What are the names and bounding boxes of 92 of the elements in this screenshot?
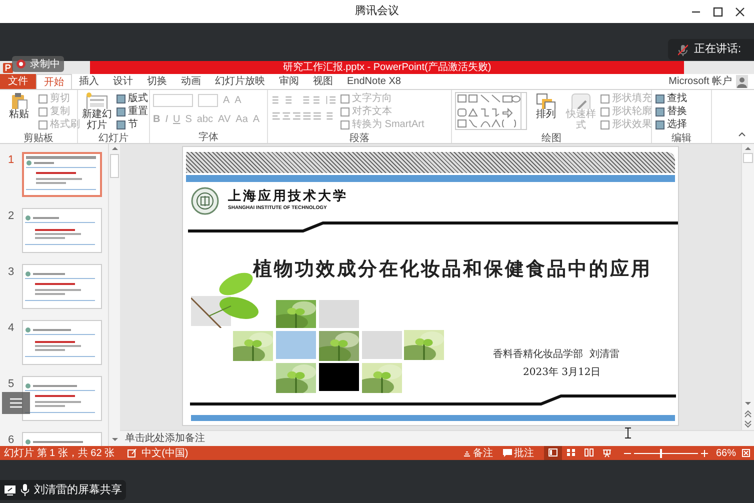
close-icon[interactable] [734, 6, 746, 18]
slide-thumbnail[interactable] [22, 320, 102, 365]
screen-share-icon [4, 484, 16, 496]
ribbon-button[interactable]: 版式 [116, 92, 148, 105]
group-label: 字体 [198, 130, 220, 143]
ribbon-tab[interactable]: 审阅 [272, 74, 306, 89]
fit-to-window-icon[interactable] [742, 449, 750, 457]
comments-button[interactable]: 批注 [502, 446, 534, 460]
slide-number: 1 [8, 153, 16, 168]
scrollbar[interactable] [741, 144, 754, 430]
recording-label: 录制中 [30, 58, 60, 72]
ribbon-tab[interactable]: 插入 [72, 74, 106, 89]
ribbon-button[interactable]: 选择 [655, 118, 687, 131]
ribbon-tab[interactable]: 幻灯片放映 [208, 74, 272, 89]
notes-button[interactable]: 备注 [462, 446, 493, 460]
color-tile [276, 331, 316, 359]
ribbon-button[interactable]: 替换 [655, 105, 687, 118]
maximize-icon[interactable] [712, 6, 724, 18]
slide-title: 植物功效成分在化妆品和保健食品中的应用 [253, 257, 652, 282]
microphone-icon [21, 484, 29, 496]
record-icon [16, 59, 26, 69]
color-tile [319, 363, 359, 391]
group-label: 编辑 [670, 132, 692, 144]
slide-date: 2023年 3月12日 [523, 366, 601, 380]
ribbon-button[interactable]: 新建幻灯片 [81, 92, 113, 131]
window-controls-area [684, 61, 754, 74]
scroll-down-icon[interactable] [744, 400, 752, 408]
notes-field[interactable]: 单击此处添加备注 [125, 431, 205, 446]
speaking-label: 正在讲话: [694, 42, 742, 58]
scroll-thumb[interactable] [110, 154, 119, 178]
slide-thumbnail[interactable] [22, 264, 102, 309]
ribbon-button[interactable]: 粘贴 [3, 92, 35, 120]
font-size-field[interactable] [198, 94, 218, 107]
group-label: 剪贴板 [22, 132, 54, 144]
language-indicator[interactable]: 中文(中国) [142, 446, 188, 460]
spellcheck-icon[interactable] [126, 448, 137, 458]
share-label: 刘清雷的屏幕共享 [34, 482, 122, 498]
author-line: 香料香精化妆品学部 刘清雷 [493, 348, 620, 362]
scroll-down-icon[interactable] [110, 436, 118, 444]
window-title: 腾讯会议 [355, 4, 399, 20]
file-tab[interactable]: 文件 [0, 74, 36, 89]
group-label: 绘图 [540, 132, 562, 144]
ribbon-tab[interactable]: 动画 [174, 74, 208, 89]
muted-mic-icon [678, 44, 688, 56]
scroll-thumb[interactable] [743, 153, 753, 163]
color-tile [319, 300, 359, 328]
scrollbar[interactable] [108, 144, 120, 446]
slide-thumbnail[interactable] [22, 152, 102, 197]
account-link[interactable]: Microsoft 帐户 [668, 74, 732, 89]
ribbon-tab[interactable]: EndNote X8 [340, 74, 408, 89]
ribbon-tab[interactable]: 切换 [140, 74, 174, 89]
font-name-field[interactable] [153, 94, 193, 107]
slide-number: 5 [8, 377, 16, 392]
powerpoint-icon[interactable] [3, 62, 13, 72]
ribbon-tab[interactable]: 视图 [306, 74, 340, 89]
zoom-in-icon[interactable] [700, 450, 708, 456]
list-buttons-icon[interactable] [271, 95, 337, 105]
zoom-level[interactable]: 66% [716, 446, 736, 460]
school-name: 上海应用技术大学 [228, 188, 348, 206]
collapse-ribbon-icon[interactable] [738, 131, 746, 137]
ribbon-button[interactable]: 重置 [116, 105, 148, 118]
comment-icon [502, 449, 512, 457]
school-emblem-icon [191, 187, 219, 215]
previous-slide-icon[interactable] [744, 410, 752, 418]
slide-thumbnail[interactable] [22, 208, 102, 253]
color-tile [362, 331, 402, 359]
group-label: 幻灯片 [98, 132, 130, 144]
next-slide-icon[interactable] [744, 420, 752, 428]
slide-number: 4 [8, 321, 16, 336]
slide-counter: 幻灯片 第 1 张，共 62 张 [4, 446, 115, 460]
list-icon[interactable] [9, 398, 23, 408]
slide-number: 6 [8, 433, 16, 446]
ribbon-tab[interactable]: 开始 [36, 74, 72, 89]
shapes-gallery-icon[interactable] [455, 92, 527, 130]
document-title: 研究工作汇报.pptx - PowerPoint(产品激活失败) [282, 60, 492, 75]
floating-toolbar[interactable] [2, 392, 30, 414]
zoom-thumb[interactable] [660, 448, 662, 458]
tool-icon [86, 92, 108, 109]
text-cursor-icon [624, 427, 632, 439]
ribbon-button[interactable]: 查找 [655, 92, 687, 105]
account-avatar-icon[interactable] [736, 75, 748, 88]
tool-icon [570, 92, 592, 109]
ribbon-tab[interactable]: 设计 [106, 74, 140, 89]
group-label: 段落 [348, 132, 370, 144]
tool-icon [535, 92, 557, 109]
ribbon-button[interactable]: 排列 [530, 92, 562, 120]
slide-thumbnail[interactable] [22, 376, 102, 421]
slide-number: 2 [8, 209, 16, 224]
slide-number: 3 [8, 265, 16, 280]
ribbon-button[interactable]: 节 [116, 118, 148, 131]
notes-icon [462, 449, 471, 457]
normal-view-icon[interactable] [544, 446, 562, 460]
